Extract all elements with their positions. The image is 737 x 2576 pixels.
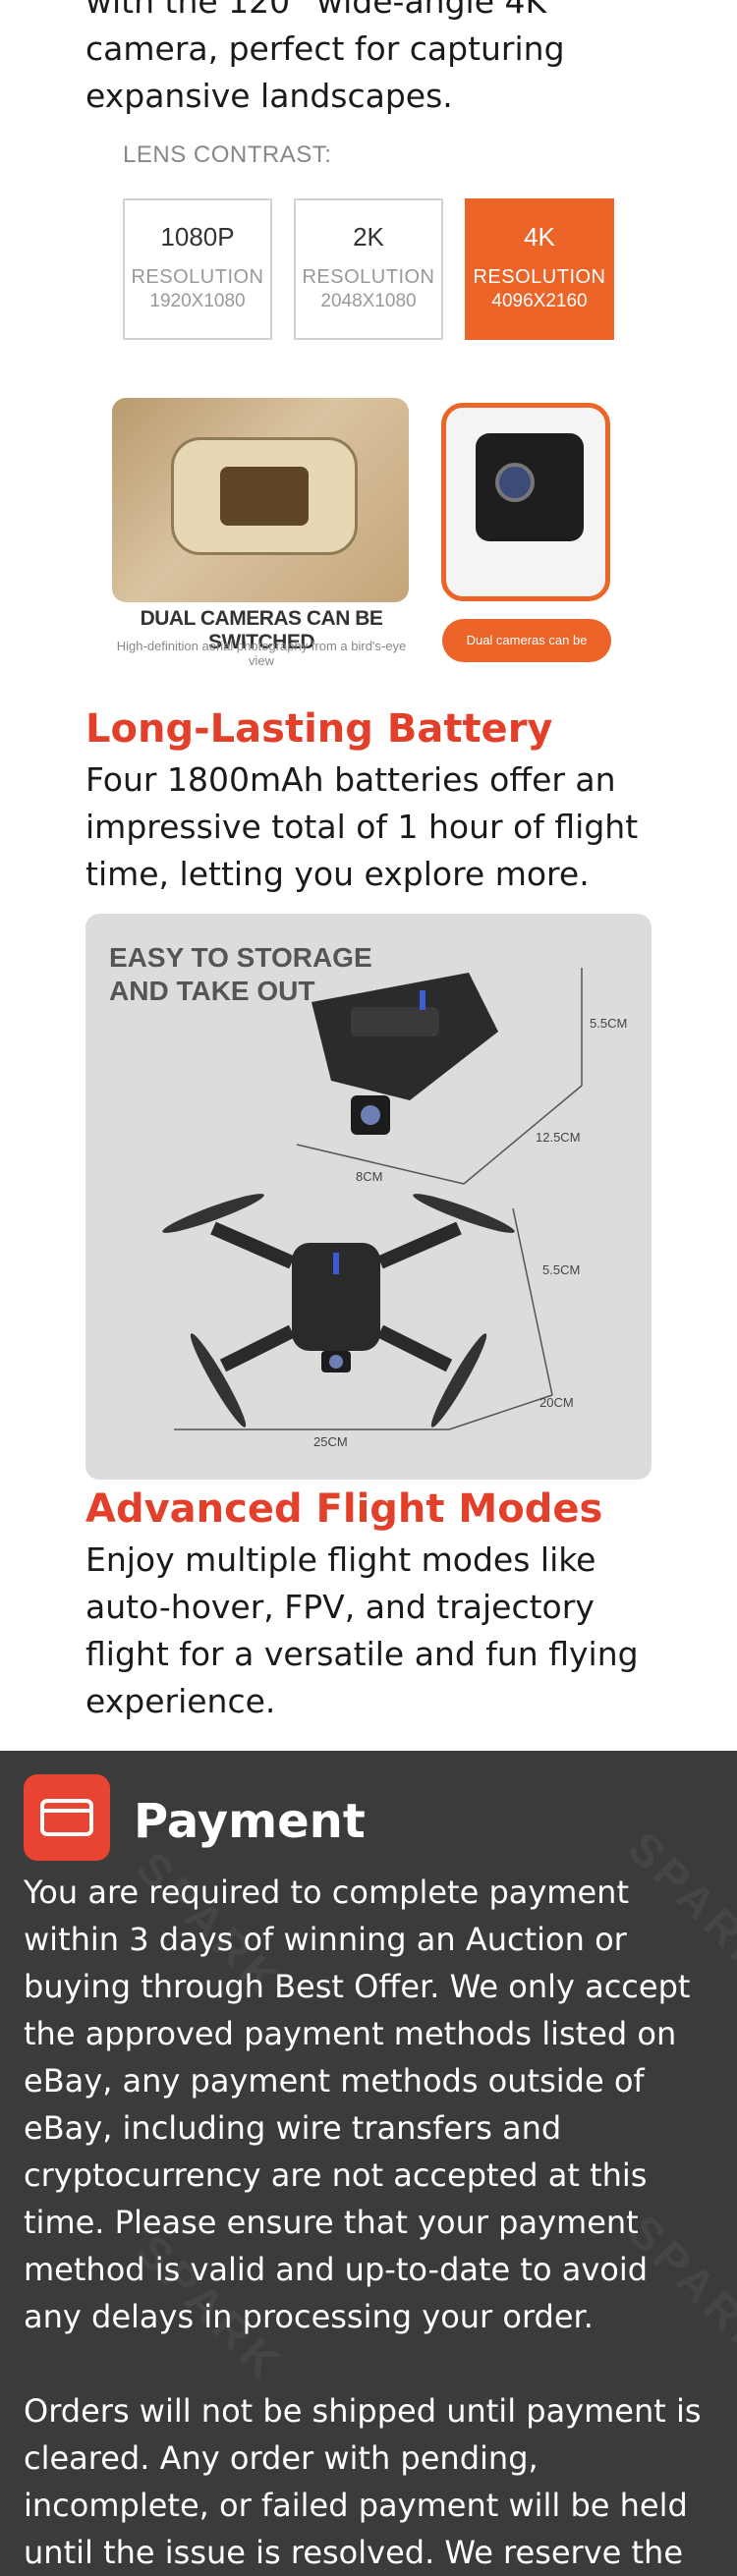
credit-card-icon (24, 1774, 110, 1861)
unfolded-width-label: 25CM (313, 1434, 348, 1449)
folded-height-label: 5.5CM (590, 1016, 628, 1031)
camera-description: with the 120° wide-angle 4K camera, perf… (85, 0, 565, 115)
unfolded-drone (162, 1194, 553, 1430)
resolution-dims: 2048X1080 (320, 291, 417, 311)
flight-modes-description: Enjoy multiple flight modes like auto-ho… (85, 1540, 639, 1720)
payment-paragraph-1: You are required to complete payment wit… (24, 1874, 691, 2335)
lens-contrast-image: LENS CONTRAST: 1080P RESOLUTION 1920X108… (85, 128, 652, 691)
folded-length-label: 12.5CM (536, 1130, 581, 1145)
battery-title: Long-Lasting Battery (85, 706, 553, 752)
dual-cameras-subtitle: High-definition aerial photography from … (116, 639, 407, 668)
resolution-option-1080p: 1080P RESOLUTION 1920X1080 (123, 198, 272, 340)
lens-contrast-label: LENS CONTRAST: (123, 141, 332, 168)
camera-lens-icon (495, 463, 535, 502)
resolution-option-2k: 2K RESOLUTION 2048X1080 (294, 198, 443, 340)
drone-camera-closeup (441, 403, 610, 601)
payment-section: SPARK SPARK SPARK SPARK Payment You are … (0, 1751, 737, 2576)
resolution-dims: 4096X2160 (491, 291, 588, 311)
resolution-dims: 1920X1080 (149, 291, 246, 311)
unfolded-height-label: 5.5CM (542, 1262, 581, 1277)
storage-dimensions-image: EASY TO STORAGE AND TAKE OUT 5.5CM 12.5C… (85, 914, 652, 1480)
dual-cameras-pill: Dual cameras can be switched (442, 619, 611, 691)
battery-description: Four 1800mAh batteries offer an impressi… (85, 760, 639, 893)
folded-width-label: 8CM (356, 1169, 383, 1184)
resolution-option-4k: 4K RESOLUTION 4096X2160 (465, 198, 614, 340)
payment-title: Payment (134, 1794, 366, 1849)
resolution-name: 2K (353, 222, 384, 252)
resolution-name: 4K (524, 222, 555, 252)
car-interior-shape (220, 467, 309, 526)
product-features: with the 120° wide-angle 4K camera, perf… (0, 0, 737, 1751)
payment-paragraph-2: Orders will not be shipped until payment… (24, 2392, 702, 2571)
resolution-label: RESOLUTION (473, 266, 606, 288)
resolution-label: RESOLUTION (131, 266, 264, 288)
aerial-car-photo (112, 398, 409, 602)
resolution-label: RESOLUTION (302, 266, 435, 288)
storage-heading-line2: AND TAKE OUT (109, 976, 315, 1006)
resolution-name: 1080P (160, 222, 235, 252)
unfolded-depth-label: 20CM (539, 1395, 574, 1410)
flight-modes-title: Advanced Flight Modes (85, 1486, 603, 1532)
storage-heading: EASY TO STORAGE AND TAKE OUT (109, 941, 372, 1008)
storage-heading-line1: EASY TO STORAGE (109, 942, 372, 973)
